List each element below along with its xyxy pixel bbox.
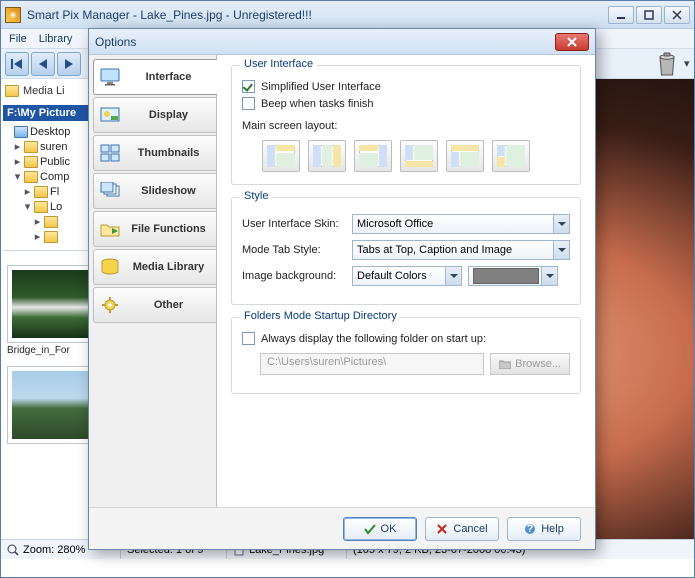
database-icon <box>100 258 120 276</box>
main-titlebar[interactable]: Smart Pix Manager - Lake_Pines.jpg - Unr… <box>1 1 694 29</box>
tab-media-library[interactable]: Media Library <box>93 249 217 285</box>
ok-button[interactable]: OK <box>343 517 417 541</box>
options-dialog: Options Interface Display Thumbnails Sli… <box>88 28 596 550</box>
label-layout: Main screen layout: <box>242 120 570 132</box>
chevron-down-icon <box>541 267 557 285</box>
nav-next-button[interactable] <box>57 52 81 76</box>
tab-display[interactable]: Display <box>93 97 217 133</box>
nav-first-button[interactable] <box>5 52 29 76</box>
tab-slideshow[interactable]: Slideshow <box>93 173 217 209</box>
label-bg: Image background: <box>242 270 346 282</box>
tab-thumbnails[interactable]: Thumbnails <box>93 135 217 171</box>
dialog-title: Options <box>95 35 555 49</box>
slideshow-icon <box>100 182 120 200</box>
layout-option-2[interactable] <box>308 140 346 172</box>
svg-text:?: ? <box>527 523 534 535</box>
monitor-icon <box>100 68 120 86</box>
group-title-startup: Folders Mode Startup Directory <box>240 310 401 322</box>
layout-option-1[interactable] <box>262 140 300 172</box>
status-zoom: Zoom: 280% <box>23 544 85 556</box>
chevron-down-icon <box>445 267 461 285</box>
group-title-ui: User Interface <box>240 58 317 70</box>
label-tabstyle: Mode Tab Style: <box>242 244 346 256</box>
thumbnail-1[interactable] <box>7 265 101 343</box>
dialog-close-button[interactable] <box>555 33 589 51</box>
options-page-interface: User Interface Simplified User Interface… <box>216 55 595 507</box>
cancel-button[interactable]: Cancel <box>425 517 499 541</box>
startup-path-input[interactable]: C:\Users\suren\Pictures\ <box>260 353 484 375</box>
checkbox-beep[interactable] <box>242 97 255 110</box>
label-simplified-ui: Simplified User Interface <box>261 81 381 93</box>
gear-icon <box>100 296 120 314</box>
group-startup: Folders Mode Startup Directory Always di… <box>231 317 581 394</box>
zoom-icon <box>7 544 19 556</box>
nav-prev-button[interactable] <box>31 52 55 76</box>
help-icon: ? <box>524 523 536 535</box>
combo-bg-color[interactable] <box>468 266 558 286</box>
layout-option-6[interactable] <box>492 140 530 172</box>
minimize-button[interactable] <box>608 6 634 24</box>
menu-file[interactable]: File <box>9 33 27 45</box>
folder-arrow-icon <box>100 220 120 238</box>
dropdown-arrow-icon[interactable]: ▾ <box>684 57 690 70</box>
label-beep: Beep when tasks finish <box>261 98 374 110</box>
dialog-titlebar[interactable]: Options <box>89 29 595 55</box>
thumbnails-icon <box>100 144 120 162</box>
tab-other[interactable]: Other <box>93 287 217 323</box>
checkbox-simplified-ui[interactable] <box>242 80 255 93</box>
group-user-interface: User Interface Simplified User Interface… <box>231 65 581 185</box>
options-tab-list: Interface Display Thumbnails Slideshow F… <box>89 55 217 507</box>
folder-icon <box>499 359 511 369</box>
label-always-folder: Always display the following folder on s… <box>261 333 486 345</box>
help-button[interactable]: ? Help <box>507 517 581 541</box>
window-title: Smart Pix Manager - Lake_Pines.jpg - Unr… <box>27 8 608 22</box>
close-button[interactable] <box>664 6 690 24</box>
group-style: Style User Interface Skin: Microsoft Off… <box>231 197 581 305</box>
chevron-down-icon <box>553 241 569 259</box>
label-skin: User Interface Skin: <box>242 218 346 230</box>
checkbox-always-folder[interactable] <box>242 332 255 345</box>
chevron-down-icon <box>553 215 569 233</box>
tab-file-functions[interactable]: File Functions <box>93 211 217 247</box>
check-icon <box>364 523 376 535</box>
color-swatch <box>473 268 539 284</box>
display-icon <box>100 106 120 124</box>
combo-skin[interactable]: Microsoft Office <box>352 214 570 234</box>
media-library-label: Media Li <box>23 85 65 97</box>
combo-bg[interactable]: Default Colors <box>352 266 462 286</box>
layout-options <box>242 140 570 172</box>
browse-button[interactable]: Browse... <box>490 353 570 375</box>
maximize-button[interactable] <box>636 6 662 24</box>
app-icon <box>5 7 21 23</box>
trash-icon[interactable] <box>656 51 678 77</box>
layout-option-5[interactable] <box>446 140 484 172</box>
layout-option-4[interactable] <box>400 140 438 172</box>
menu-library[interactable]: Library <box>39 33 73 45</box>
tab-interface[interactable]: Interface <box>93 59 217 95</box>
thumbnail-2[interactable] <box>7 366 101 444</box>
dialog-footer: OK Cancel ? Help <box>89 507 595 549</box>
folder-icon <box>5 85 19 97</box>
layout-option-3[interactable] <box>354 140 392 172</box>
combo-tabstyle[interactable]: Tabs at Top, Caption and Image <box>352 240 570 260</box>
x-icon <box>436 523 448 535</box>
group-title-style: Style <box>240 190 272 202</box>
